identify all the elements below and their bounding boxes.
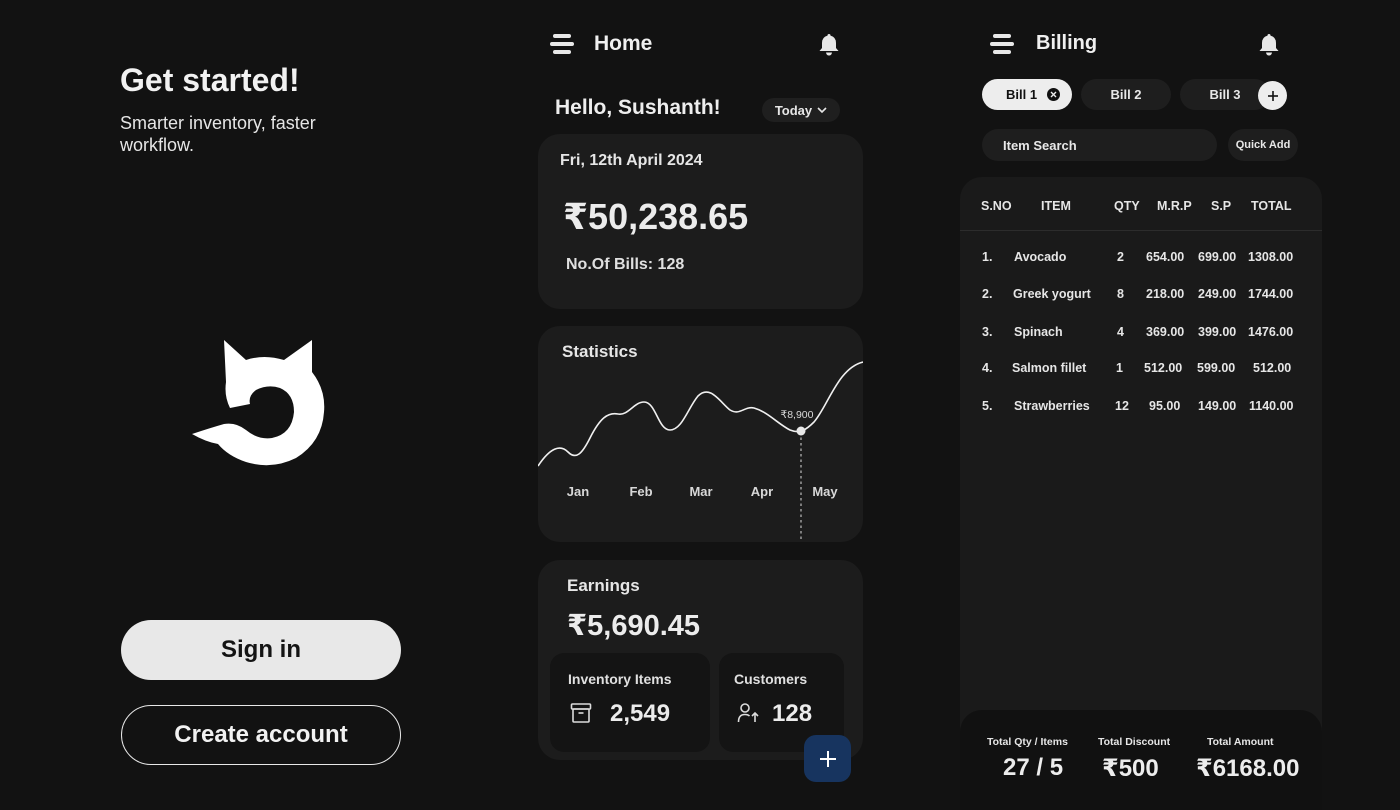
add-bill-button[interactable] xyxy=(1258,81,1287,110)
row-item[interactable]: Avocado xyxy=(1014,250,1066,264)
earnings-amount: ₹5,690.45 xyxy=(567,610,701,642)
create-account-button[interactable]: Create account xyxy=(121,705,401,765)
bell-icon[interactable] xyxy=(818,33,840,57)
row-sp[interactable]: 699.00 xyxy=(1198,250,1236,264)
bell-icon[interactable] xyxy=(1258,33,1280,57)
table-divider xyxy=(960,230,1322,231)
row-total: 1744.00 xyxy=(1248,287,1294,301)
page-subtitle: Smarter inventory, faster workflow. xyxy=(120,113,316,155)
total-qty-value: 27 / 5 xyxy=(1003,754,1064,781)
month-label-feb: Feb xyxy=(629,484,652,499)
column-header-qty: QTY xyxy=(1114,199,1140,213)
highlight-point xyxy=(796,426,806,436)
month-label-mar: Mar xyxy=(689,484,712,499)
row-mrp: 369.00 xyxy=(1146,325,1185,339)
sign-in-button[interactable]: Sign in xyxy=(121,620,401,680)
total-discount-value: ₹500 xyxy=(1102,755,1159,782)
statistics-line xyxy=(538,361,863,467)
month-label-may: May xyxy=(812,484,838,499)
row-mrp: 654.00 xyxy=(1146,250,1185,264)
row-mrp: 512.00 xyxy=(1144,361,1183,375)
period-dropdown[interactable]: Today xyxy=(762,98,840,122)
plus-icon xyxy=(1267,90,1278,101)
customers-value: 128 xyxy=(772,700,813,727)
archive-box-icon xyxy=(570,703,592,723)
menu-icon[interactable] xyxy=(989,34,1015,54)
inventory-value: 2,549 xyxy=(610,700,671,727)
row-sp[interactable]: 249.00 xyxy=(1198,287,1236,301)
month-label-apr: Apr xyxy=(751,484,773,499)
row-sp[interactable]: 599.00 xyxy=(1197,361,1235,375)
quick-add-button[interactable]: Quick Add xyxy=(1228,129,1298,161)
tab-bill-2[interactable]: Bill 2 xyxy=(1081,79,1171,110)
row-mrp: 95.00 xyxy=(1149,399,1181,413)
row-sp[interactable]: 149.00 xyxy=(1198,399,1236,413)
sales-amount: ₹50,238.65 xyxy=(563,196,749,237)
row-item[interactable]: Spinach xyxy=(1014,325,1063,339)
total-amount-value: ₹6168.00 xyxy=(1196,755,1300,782)
row-total: 512.00 xyxy=(1253,361,1292,375)
row-qty[interactable]: 4 xyxy=(1117,325,1124,339)
row-qty[interactable]: 2 xyxy=(1117,250,1124,264)
row-qty[interactable]: 8 xyxy=(1117,287,1124,301)
home-title: Home xyxy=(594,32,653,55)
row-sp[interactable]: 399.00 xyxy=(1198,325,1236,339)
row-sno: 5. xyxy=(982,399,993,413)
row-total: 1140.00 xyxy=(1249,399,1294,413)
total-amount-label: Total Amount xyxy=(1207,736,1274,748)
plus-icon xyxy=(819,750,836,767)
sales-date: Fri, 12th April 2024 xyxy=(560,152,703,169)
month-label-jan: Jan xyxy=(567,484,589,499)
user-arrow-icon xyxy=(737,703,759,723)
row-sno: 4. xyxy=(982,361,993,375)
item-search-input[interactable] xyxy=(982,129,1217,161)
row-total: 1308.00 xyxy=(1248,250,1294,264)
highlight-label: ₹8,900 xyxy=(781,409,814,421)
row-item[interactable]: Salmon fillet xyxy=(1012,361,1086,375)
row-qty[interactable]: 12 xyxy=(1115,399,1129,413)
menu-icon[interactable] xyxy=(549,34,575,54)
row-sno: 3. xyxy=(982,325,993,339)
row-mrp: 218.00 xyxy=(1146,287,1185,301)
page-title: Get started! xyxy=(120,62,300,98)
row-sno: 2. xyxy=(982,287,993,301)
column-header-sno: S.NO xyxy=(981,199,1012,213)
statistics-title: Statistics xyxy=(562,342,638,361)
row-item[interactable]: Strawberries xyxy=(1014,399,1090,413)
column-header-item: ITEM xyxy=(1041,199,1071,213)
column-header-total: TOTAL xyxy=(1251,199,1292,213)
greeting-text: Hello, Sushanth! xyxy=(555,96,721,119)
cat-logo-icon xyxy=(192,340,325,466)
inventory-label: Inventory Items xyxy=(568,671,672,687)
tab-bill-3[interactable]: Bill 3 xyxy=(1180,79,1270,110)
row-total: 1476.00 xyxy=(1248,325,1294,339)
period-label: Today xyxy=(774,102,813,118)
earnings-title: Earnings xyxy=(567,576,640,595)
customers-label: Customers xyxy=(734,671,808,687)
total-discount-label: Total Discount xyxy=(1098,736,1171,748)
column-header-sp: S.P xyxy=(1211,199,1232,213)
row-qty[interactable]: 1 xyxy=(1116,361,1123,375)
row-item[interactable]: Greek yogurt xyxy=(1013,287,1091,301)
total-qty-label: Total Qty / Items xyxy=(987,736,1068,748)
add-fab-button[interactable] xyxy=(804,735,851,782)
close-icon[interactable] xyxy=(1047,88,1060,101)
bills-count: No.Of Bills: 128 xyxy=(566,256,685,273)
billing-title: Billing xyxy=(1036,32,1098,54)
row-sno: 1. xyxy=(982,250,993,264)
chevron-down-icon xyxy=(817,106,827,113)
column-header-mrp: M.R.P xyxy=(1157,199,1192,213)
